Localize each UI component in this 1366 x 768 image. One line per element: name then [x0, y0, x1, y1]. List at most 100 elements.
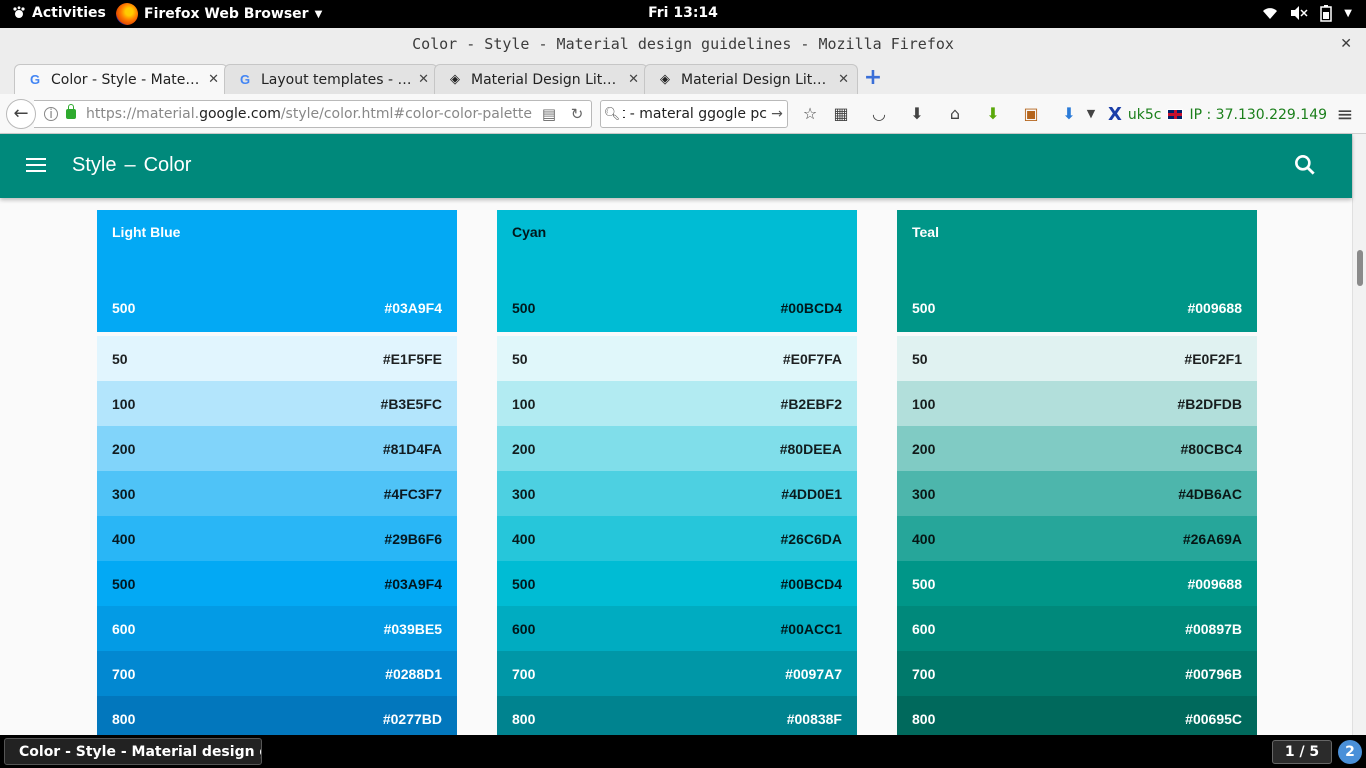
- swatch-hex: #26A69A: [1182, 530, 1242, 547]
- swatch-shade: 200: [912, 440, 936, 457]
- tab-mdl-components[interactable]: ◈ Material Design Lite Components ✕: [434, 64, 648, 94]
- scrollbar-thumb[interactable]: [1357, 250, 1363, 286]
- menu-icon[interactable]: [26, 158, 46, 172]
- swatch-hex: #4DB6AC: [1178, 485, 1242, 502]
- back-button[interactable]: ←: [6, 99, 36, 129]
- swatch-row: 800 #00838F: [497, 696, 857, 735]
- swatch-shade: 600: [912, 620, 936, 637]
- swatch-hex: #0277BD: [382, 710, 442, 727]
- tab-layout-templates[interactable]: G Layout templates - Responsive ✕: [224, 64, 438, 94]
- swatch-shade: 700: [512, 665, 536, 682]
- swatch-row: 50 #E0F7FA: [497, 336, 857, 381]
- swatch-hex: #00ACC1: [780, 620, 842, 637]
- pocket-icon[interactable]: ◡: [866, 102, 892, 126]
- swatch-row: 500 #009688: [897, 561, 1257, 606]
- google-icon: G: [29, 72, 41, 87]
- hamburger-menu-icon[interactable]: ≡: [1332, 102, 1358, 126]
- swatch-row: 500 #00BCD4: [497, 561, 857, 606]
- new-tab-button[interactable]: +: [862, 67, 884, 90]
- palette-light-blue: Light Blue 500 #03A9F4 50 #E1F5FE 100 #B3E5FC 2…: [97, 210, 457, 735]
- swatch-shade: 300: [912, 485, 936, 502]
- palette-header-shade: 500: [912, 300, 936, 316]
- search-input[interactable]: 🔍︎ oint - materal ggogle pc →: [600, 100, 788, 128]
- page-title-section: Style: [72, 154, 117, 176]
- palette-name: Light Blue: [112, 224, 181, 240]
- site-app-bar: Style – Color: [0, 134, 1352, 198]
- tab-close-icon[interactable]: ✕: [628, 72, 639, 87]
- window-close-button[interactable]: ✕: [1340, 28, 1352, 60]
- info-icon[interactable]: i: [44, 107, 58, 121]
- url-bar[interactable]: i https://material.google.com/style/colo…: [34, 100, 592, 128]
- swatch-row: 600 #00897B: [897, 606, 1257, 651]
- wifi-icon: [1263, 8, 1278, 19]
- swatch-hex: #81D4FA: [382, 440, 442, 457]
- palette-header-hex: #009688: [1187, 300, 1242, 316]
- swatch-shade: 500: [512, 575, 536, 592]
- swatch-shade: 500: [112, 575, 136, 592]
- system-tray[interactable]: ▼: [1262, 4, 1352, 22]
- reader-view-icon[interactable]: ▤: [535, 105, 563, 123]
- swatch-row: 700 #00796B: [897, 651, 1257, 696]
- palette-teal: Teal 500 #009688 50 #E0F2F1 100 #B2DFDB 200 #80C…: [897, 210, 1257, 735]
- downloads-icon[interactable]: ⬇: [904, 102, 930, 126]
- taskbar-window-button[interactable]: Color - Style - Material design gu...: [4, 738, 262, 765]
- swatch-shade: 300: [512, 485, 536, 502]
- home-icon[interactable]: ⌂: [942, 102, 968, 126]
- url-text[interactable]: https://material.google.com/style/color.…: [86, 106, 535, 122]
- window-titlebar[interactable]: Color - Style - Material design guidelin…: [0, 28, 1366, 60]
- chevron-down-icon[interactable]: ▼: [1078, 102, 1104, 126]
- tab-mdl-templates[interactable]: ◈ Material Design Lite Templates ✕: [644, 64, 858, 94]
- palette-name: Cyan: [512, 224, 547, 240]
- notification-count[interactable]: 2: [1338, 740, 1362, 764]
- swatch-hex: #0288D1: [385, 665, 442, 682]
- swatch-shade: 400: [912, 530, 936, 547]
- search-go-icon[interactable]: →: [767, 106, 787, 122]
- swatch-hex: #00897B: [1185, 620, 1242, 637]
- tab-close-icon[interactable]: ✕: [208, 72, 219, 87]
- tab-strip: G Color - Style - Material design guidel…: [0, 60, 1366, 94]
- swatch-shade: 100: [912, 395, 936, 412]
- swatch-hex: #80CBC4: [1180, 440, 1242, 457]
- bookmark-star-icon[interactable]: ☆: [797, 102, 823, 126]
- swatch-hex: #00796B: [1185, 665, 1242, 682]
- swatch-row: 300 #4DD0E1: [497, 471, 857, 516]
- clock[interactable]: Fri 13:14: [0, 5, 1366, 21]
- swatch-hex: #E0F7FA: [782, 350, 842, 367]
- workspace-indicator[interactable]: 1 / 5: [1272, 740, 1332, 764]
- swatch-row: 800 #0277BD: [97, 696, 457, 735]
- mdl-icon: ◈: [450, 72, 460, 87]
- swatch-hex: #4DD0E1: [781, 485, 842, 502]
- bookmarks-list-icon[interactable]: ▦: [828, 102, 854, 126]
- swatch-hex: #80DEEA: [779, 440, 842, 457]
- swatch-row: 700 #0097A7: [497, 651, 857, 696]
- swatch-shade: 300: [112, 485, 136, 502]
- download-helper-icon[interactable]: ⬇: [980, 102, 1006, 126]
- swatch-shade: 400: [112, 530, 136, 547]
- swatch-hex: #E0F2F1: [1184, 350, 1242, 367]
- swatch-shade: 50: [512, 350, 528, 367]
- tab-label: Layout templates - Responsive: [261, 71, 412, 88]
- color-palettes: Light Blue 500 #03A9F4 50 #E1F5FE 100 #B3E5FC 2…: [0, 198, 1352, 735]
- swatch-hex: #26C6DA: [780, 530, 842, 547]
- tab-label: Color - Style - Material design guidelin…: [51, 71, 203, 88]
- tab-close-icon[interactable]: ✕: [418, 72, 429, 87]
- tab-color-style[interactable]: G Color - Style - Material design guidel…: [14, 64, 228, 94]
- chevron-down-icon: ▼: [1344, 7, 1352, 19]
- extension-icon[interactable]: ▣: [1018, 102, 1044, 126]
- lock-icon[interactable]: [66, 104, 76, 119]
- search-icon[interactable]: [1292, 152, 1318, 178]
- palette-header-shade: 500: [112, 300, 136, 316]
- page-scrollbar[interactable]: [1352, 134, 1366, 735]
- swatch-hex: #4FC3F7: [383, 485, 442, 502]
- swatch-row: 600 #039BE5: [97, 606, 457, 651]
- swatch-shade: 700: [112, 665, 136, 682]
- swatch-row: 100 #B3E5FC: [97, 381, 457, 426]
- search-icon: 🔍︎: [603, 106, 621, 122]
- vpn-x-icon: X: [1108, 104, 1122, 125]
- vpn-status[interactable]: X uk5c IP : 37.130.229.149: [1108, 104, 1327, 125]
- volume-muted-icon: [1291, 6, 1308, 20]
- swatch-hex: #E1F5FE: [382, 350, 442, 367]
- swatch-hex: #0097A7: [785, 665, 842, 682]
- reload-icon[interactable]: ↻: [563, 105, 591, 123]
- tab-close-icon[interactable]: ✕: [838, 72, 849, 87]
